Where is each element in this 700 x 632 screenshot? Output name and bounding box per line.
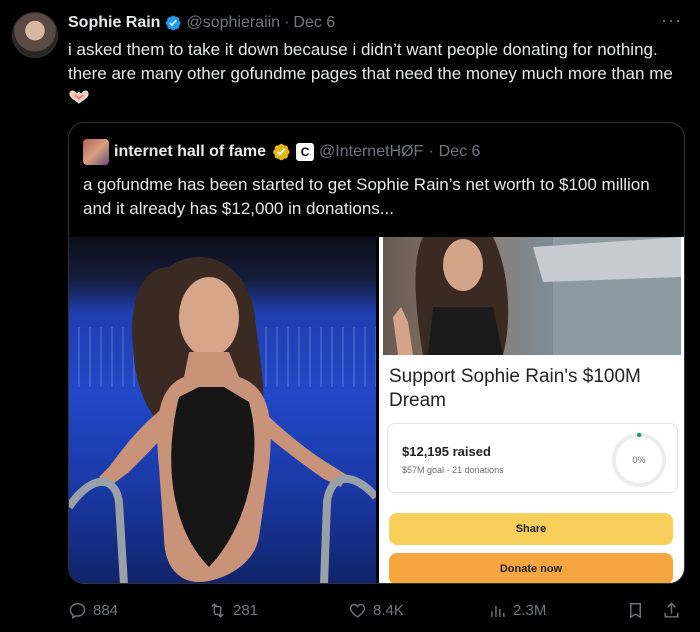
quoted-post[interactable]: internet hall of fame C @InternetHØF · D… bbox=[68, 122, 685, 584]
separator: · bbox=[428, 143, 434, 160]
separator: · bbox=[284, 14, 290, 31]
views-icon bbox=[491, 605, 505, 617]
quote-header: internet hall of fame C @InternetHØF · D… bbox=[83, 139, 481, 165]
repost-icon bbox=[211, 602, 224, 618]
verified-badge-icon bbox=[166, 15, 182, 31]
quote-author-name[interactable]: internet hall of fame bbox=[114, 143, 266, 161]
donate-now-button[interactable]: Donate now bbox=[389, 553, 673, 583]
progress-percent: 0% bbox=[632, 455, 646, 465]
bookmark-icon bbox=[630, 602, 641, 619]
user-avatar[interactable] bbox=[12, 12, 58, 58]
quote-avatar[interactable] bbox=[83, 139, 109, 165]
reply-count: 884 bbox=[93, 601, 119, 619]
heart-hands-icon bbox=[69, 90, 89, 104]
more-options-icon[interactable]: ··· bbox=[661, 10, 682, 31]
affiliate-badge: C bbox=[296, 143, 315, 161]
post-date[interactable]: Dec 6 bbox=[293, 14, 335, 32]
cover-photo-figure bbox=[393, 237, 681, 355]
reply-icon bbox=[69, 602, 86, 619]
like-button[interactable]: 8.4K bbox=[348, 596, 404, 624]
view-count: 2.3M bbox=[513, 601, 547, 619]
pool-photo[interactable] bbox=[69, 237, 376, 583]
gofundme-cover-photo bbox=[383, 237, 681, 355]
quote-text: a gofundme has been started to get Sophi… bbox=[83, 175, 650, 218]
quote-handle[interactable]: @InternetHØF bbox=[319, 143, 423, 161]
share-icon bbox=[664, 601, 679, 618]
author-name[interactable]: Sophie Rain bbox=[68, 14, 160, 32]
heart-icon bbox=[349, 603, 366, 618]
like-count: 8.4K bbox=[373, 601, 404, 619]
campaign-title: Support Sophie Rain's $100M Dream bbox=[389, 366, 641, 411]
donation-count: 21 donations bbox=[452, 465, 504, 475]
views-button[interactable]: 2.3M bbox=[488, 596, 546, 624]
amount-raised: $12,195 raised bbox=[402, 444, 491, 459]
author-handle[interactable]: @sophieraiin bbox=[186, 14, 280, 32]
gofundme-screenshot[interactable]: Support Sophie Rain's $100M Dream $12,19… bbox=[379, 237, 684, 583]
share-post-button[interactable] bbox=[662, 596, 681, 624]
goal-and-donations: $57M goal · 21 donations bbox=[402, 465, 504, 475]
repost-button[interactable]: 281 bbox=[208, 596, 258, 624]
post-header: Sophie Rain @sophieraiin · Dec 6 bbox=[68, 12, 335, 34]
action-bar: 884 281 8.4K 2.3M bbox=[68, 596, 688, 624]
repost-count: 281 bbox=[233, 601, 259, 619]
post-text: i asked them to take it down because i d… bbox=[68, 40, 673, 83]
post-text-container: i asked them to take it down because i d… bbox=[68, 38, 688, 110]
reply-button[interactable]: 884 bbox=[68, 596, 118, 624]
donation-summary-card: $12,195 raised $57M goal · 21 donations … bbox=[387, 423, 678, 493]
dot-separator: · bbox=[446, 465, 450, 475]
quote-date: Dec 6 bbox=[438, 143, 481, 160]
bookmark-button[interactable] bbox=[626, 596, 645, 624]
goal-amount: $57M goal bbox=[402, 465, 445, 475]
woman-figure-image bbox=[69, 257, 376, 583]
share-button[interactable]: Share bbox=[389, 513, 673, 545]
quote-media[interactable]: Support Sophie Rain's $100M Dream $12,19… bbox=[69, 237, 684, 583]
gold-verified-badge-icon bbox=[273, 143, 290, 161]
